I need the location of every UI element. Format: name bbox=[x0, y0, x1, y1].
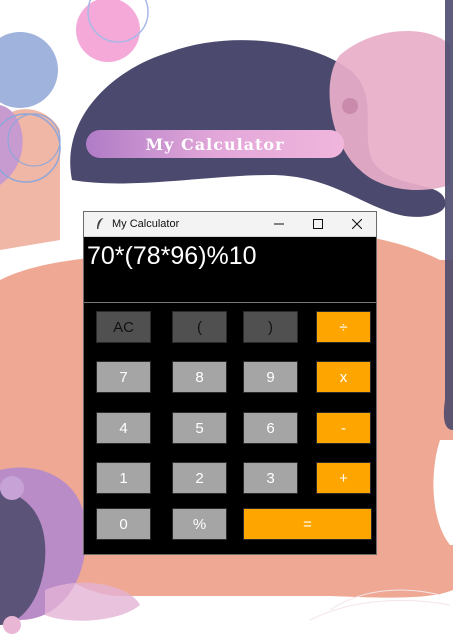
equals-button[interactable]: = bbox=[243, 508, 372, 540]
divide-button[interactable]: ÷ bbox=[316, 311, 371, 343]
feather-icon bbox=[92, 216, 108, 232]
close-button[interactable] bbox=[337, 212, 376, 236]
six-button[interactable]: 6 bbox=[243, 412, 298, 444]
minimize-icon bbox=[273, 223, 284, 225]
app-banner: My Calculator bbox=[86, 130, 344, 158]
zero-button[interactable]: 0 bbox=[96, 508, 151, 540]
plus-button[interactable]: + bbox=[316, 462, 371, 494]
maximize-icon bbox=[312, 219, 323, 229]
expression-text: 70*(78*96)%10 bbox=[87, 242, 257, 270]
maximize-button[interactable] bbox=[298, 212, 337, 236]
two-button[interactable]: 2 bbox=[172, 462, 227, 494]
seven-button[interactable]: 7 bbox=[96, 361, 151, 393]
five-button[interactable]: 5 bbox=[172, 412, 227, 444]
open-paren-button[interactable]: ( bbox=[172, 311, 227, 343]
one-button[interactable]: 1 bbox=[96, 462, 151, 494]
eight-button[interactable]: 8 bbox=[172, 361, 227, 393]
calculator-window: My Calculator 70*(78*96)%10 AC ( ) ÷ 7 8… bbox=[84, 212, 376, 554]
close-paren-button[interactable]: ) bbox=[243, 311, 298, 343]
nine-button[interactable]: 9 bbox=[243, 361, 298, 393]
three-button[interactable]: 3 bbox=[243, 462, 298, 494]
four-button[interactable]: 4 bbox=[96, 412, 151, 444]
minus-button[interactable]: - bbox=[316, 412, 371, 444]
calculator-display: 70*(78*96)%10 bbox=[84, 237, 376, 303]
percent-button[interactable]: % bbox=[172, 508, 227, 540]
clear-button[interactable]: AC bbox=[96, 311, 151, 343]
pink-circle bbox=[76, 0, 140, 62]
multiply-button[interactable]: x bbox=[316, 361, 371, 393]
minimize-button[interactable] bbox=[259, 212, 298, 236]
window-title: My Calculator bbox=[112, 218, 180, 230]
banner-title: My Calculator bbox=[145, 134, 285, 154]
title-bar[interactable]: My Calculator bbox=[84, 212, 376, 237]
close-icon bbox=[351, 219, 362, 229]
